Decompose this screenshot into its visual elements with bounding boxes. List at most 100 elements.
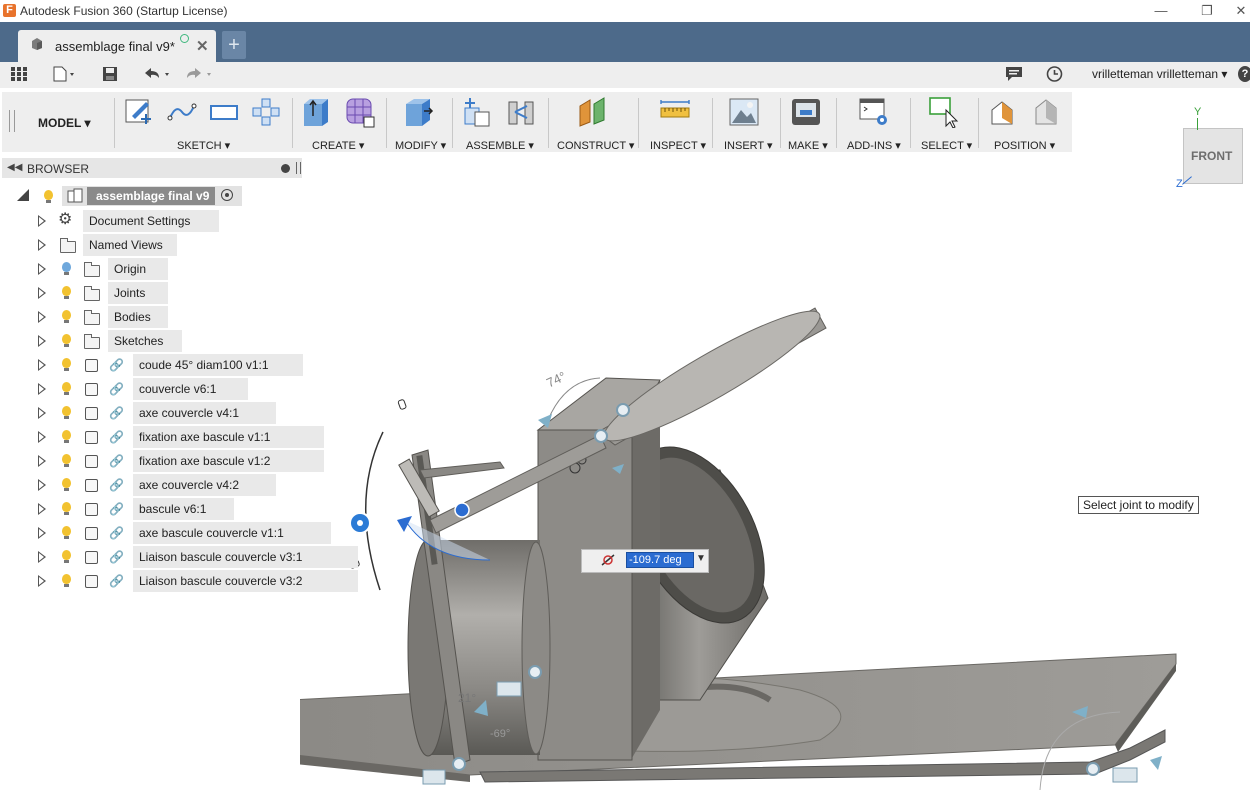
visibility-bulb-icon[interactable] <box>62 454 71 467</box>
save-icon[interactable] <box>102 66 118 82</box>
chevron-down-icon[interactable]: ▼ <box>696 553 706 564</box>
user-account-menu[interactable]: vrilletteman vrilletteman ▾ <box>1092 67 1227 81</box>
restore-button[interactable]: ❐ <box>1192 2 1222 20</box>
visibility-bulb-icon[interactable] <box>62 406 71 419</box>
folder-icon <box>84 286 100 301</box>
browser-item-label: axe couvercle v4:2 <box>139 478 240 492</box>
root-expand-arrow-icon[interactable] <box>17 189 29 201</box>
visibility-bulb-icon[interactable] <box>62 382 71 395</box>
expand-arrow-icon[interactable] <box>38 503 46 515</box>
expand-arrow-icon[interactable] <box>38 311 46 323</box>
visibility-bulb-icon[interactable] <box>62 286 71 299</box>
workspace-switcher[interactable]: MODEL ▾ <box>38 116 90 130</box>
viewcube-front-face[interactable]: FRONT <box>1191 149 1232 163</box>
close-window-button[interactable]: ✕ <box>1232 2 1250 20</box>
undo-icon[interactable] <box>142 66 174 82</box>
expand-arrow-icon[interactable] <box>38 287 46 299</box>
sketch-pattern-icon[interactable] <box>250 96 282 128</box>
expand-arrow-icon[interactable] <box>38 407 46 419</box>
make-menu[interactable]: MAKE ▾ <box>788 139 828 152</box>
redo-icon[interactable] <box>184 66 216 82</box>
line-tool-icon[interactable] <box>166 96 198 128</box>
expand-arrow-icon[interactable] <box>38 263 46 275</box>
minimize-browser-icon[interactable] <box>281 164 290 173</box>
axis-y-label: Y <box>1194 106 1202 118</box>
rectangle-tool-icon[interactable] <box>208 96 240 128</box>
data-panel-grid-icon[interactable] <box>10 66 28 82</box>
visibility-bulb-icon[interactable] <box>62 358 71 371</box>
toolbar-divider <box>712 98 713 148</box>
visibility-bulb-icon[interactable] <box>62 262 71 275</box>
sketch-menu[interactable]: SKETCH ▾ <box>177 139 230 152</box>
visibility-bulb-icon[interactable] <box>62 430 71 443</box>
joint-icon[interactable] <box>505 96 537 128</box>
construct-menu[interactable]: CONSTRUCT ▾ <box>557 139 634 152</box>
visibility-bulb-icon[interactable] <box>62 574 71 587</box>
lid-couvercle-body[interactable] <box>594 295 831 457</box>
expand-arrow-icon[interactable] <box>38 455 46 467</box>
design-canvas[interactable]: 74° 21° -69° <box>300 158 1250 801</box>
link-icon: 🔗 <box>109 574 124 588</box>
component-icon <box>85 383 98 396</box>
press-pull-icon[interactable] <box>402 96 434 128</box>
angle-value-input[interactable]: -109.7 deg <box>626 552 694 568</box>
offset-plane-icon[interactable] <box>576 96 608 128</box>
browser-item-label: axe bascule couvercle v1:1 <box>139 526 284 540</box>
expand-arrow-icon[interactable] <box>38 359 46 371</box>
revert-position-icon[interactable] <box>1030 96 1062 128</box>
visibility-bulb-icon[interactable] <box>62 478 71 491</box>
minimize-button[interactable]: — <box>1146 2 1176 20</box>
expand-arrow-icon[interactable] <box>38 431 46 443</box>
extrude-icon[interactable] <box>300 96 332 128</box>
expand-arrow-icon[interactable] <box>38 335 46 347</box>
add-ins-menu[interactable]: ADD-INS ▾ <box>847 139 901 152</box>
angle-lock-icon[interactable] <box>600 553 616 567</box>
expand-arrow-icon[interactable] <box>38 479 46 491</box>
create-sketch-icon[interactable] <box>124 96 156 128</box>
expand-arrow-icon[interactable] <box>38 383 46 395</box>
new-component-icon[interactable] <box>461 96 493 128</box>
expand-arrow-icon[interactable] <box>38 551 46 563</box>
visibility-bulb-icon[interactable] <box>62 502 71 515</box>
select-menu[interactable]: SELECT ▾ <box>921 139 972 152</box>
expand-arrow-icon[interactable] <box>38 215 46 227</box>
insert-menu[interactable]: INSERT ▾ <box>724 139 773 152</box>
browser-resize-handle[interactable] <box>296 162 301 174</box>
expand-arrow-icon[interactable] <box>38 527 46 539</box>
expand-arrow-icon[interactable] <box>38 239 46 251</box>
toolbar-divider <box>386 98 387 148</box>
measure-icon[interactable] <box>659 96 691 128</box>
select-arrow-icon[interactable] <box>928 96 960 128</box>
expand-arrow-icon[interactable] <box>38 575 46 587</box>
position-menu[interactable]: POSITION ▾ <box>994 139 1055 152</box>
toolbar-grip-handle[interactable] <box>9 110 15 132</box>
root-component-label[interactable]: assemblage final v9 <box>96 189 209 203</box>
modify-menu[interactable]: MODIFY ▾ <box>395 139 446 152</box>
collapse-browser-icon[interactable]: ◀◀ <box>7 162 22 173</box>
visibility-bulb-icon[interactable] <box>62 334 71 347</box>
help-icon[interactable]: ? <box>1238 66 1250 82</box>
visibility-bulb-icon[interactable] <box>44 190 53 203</box>
close-tab-button[interactable]: ✕ <box>196 37 209 55</box>
insert-canvas-icon[interactable] <box>728 96 760 128</box>
comments-icon[interactable] <box>1005 66 1023 82</box>
link-icon: 🔗 <box>109 550 124 564</box>
create-form-icon[interactable] <box>344 96 376 128</box>
activate-radio-icon[interactable] <box>221 189 233 201</box>
job-status-clock-icon[interactable] <box>1046 66 1063 82</box>
browser-item-label: axe couvercle v4:1 <box>139 406 240 420</box>
new-tab-button[interactable]: + <box>222 31 246 59</box>
browser-title: BROWSER <box>27 162 90 176</box>
document-tab-label: assemblage final v9* <box>55 39 175 54</box>
assemble-menu[interactable]: ASSEMBLE ▾ <box>466 139 534 152</box>
3d-print-icon[interactable] <box>790 96 822 128</box>
capture-position-icon[interactable] <box>988 96 1020 128</box>
scripts-addins-icon[interactable] <box>858 96 890 128</box>
visibility-bulb-icon[interactable] <box>62 310 71 323</box>
file-menu-icon[interactable] <box>52 66 78 82</box>
link-icon: 🔗 <box>109 526 124 540</box>
inspect-menu[interactable]: INSPECT ▾ <box>650 139 706 152</box>
create-menu[interactable]: CREATE ▾ <box>312 139 364 152</box>
visibility-bulb-icon[interactable] <box>62 526 71 539</box>
visibility-bulb-icon[interactable] <box>62 550 71 563</box>
